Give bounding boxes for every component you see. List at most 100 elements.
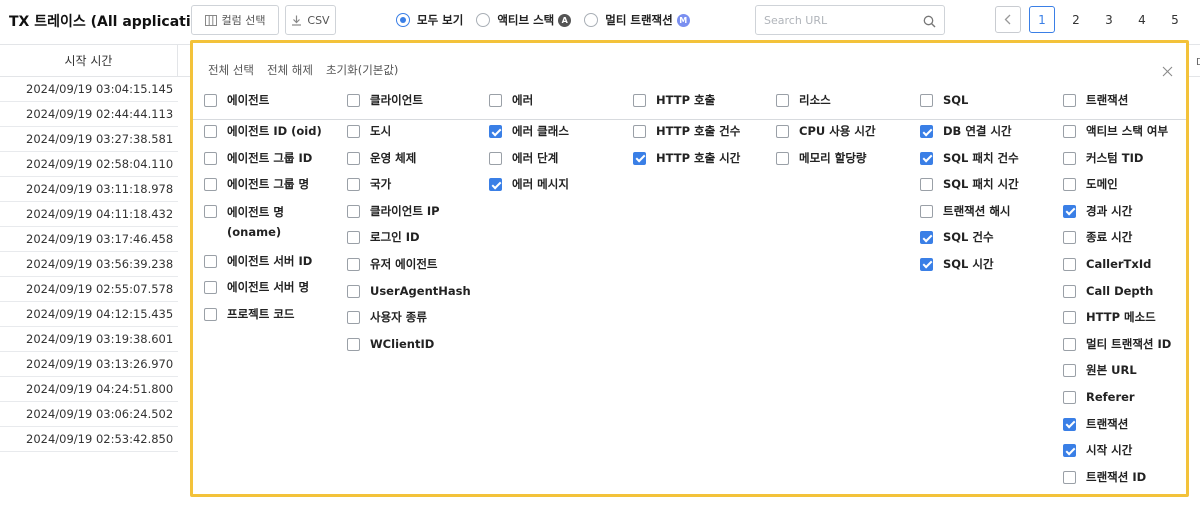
column-header-start-time[interactable]: 시작 시간 (0, 45, 178, 76)
table-row[interactable]: 2024/09/19 03:13:26.970 (0, 352, 178, 377)
checkbox[interactable] (347, 178, 360, 192)
checkbox[interactable] (1063, 444, 1076, 458)
column-option[interactable]: 국가 (347, 178, 471, 205)
group-header-checkbox[interactable]: 리소스 (776, 94, 831, 123)
column-option[interactable]: SQL 시간 (920, 257, 1019, 285)
column-option[interactable]: 종료 시간 (1063, 231, 1171, 258)
column-option[interactable]: 에이전트 그룹 명 (204, 178, 327, 205)
checkbox[interactable] (633, 151, 646, 165)
radio-multi-transaction[interactable]: 멀티 트랜잭션 M (584, 12, 690, 28)
column-option[interactable]: 시작 시간 (1063, 444, 1171, 471)
column-option[interactable]: WClientID (347, 337, 471, 365)
group-header-checkbox[interactable]: 에이전트 (204, 94, 269, 123)
column-option[interactable]: DB 연결 시간 (920, 125, 1019, 152)
deselect-all-link[interactable]: 전체 해제 (267, 62, 313, 78)
search-input[interactable] (764, 6, 914, 34)
checkbox[interactable] (920, 151, 933, 165)
column-option[interactable]: HTTP 호출 건수 (633, 125, 740, 152)
column-option[interactable]: HTTP 메소드 (1063, 311, 1171, 338)
column-option[interactable]: 멀티 트랜잭션 ID (1063, 337, 1171, 365)
checkbox[interactable] (204, 307, 217, 321)
column-option[interactable]: HTTP 호출 시간 (633, 151, 740, 179)
column-option[interactable]: SQL 건수 (920, 231, 1019, 258)
column-option[interactable]: 에이전트 ID (oid) (204, 125, 327, 152)
column-option[interactable]: 트랜잭션 ID (1063, 470, 1171, 498)
checkbox[interactable] (1063, 311, 1076, 325)
checkbox[interactable] (489, 178, 502, 192)
checkbox[interactable] (920, 204, 933, 218)
close-icon[interactable] (1162, 62, 1173, 81)
checkbox[interactable] (920, 257, 933, 271)
prev-page-button[interactable] (995, 6, 1021, 33)
checkbox[interactable] (1063, 125, 1076, 138)
checkbox[interactable] (1063, 470, 1076, 484)
checkbox[interactable] (1063, 364, 1076, 378)
column-option[interactable]: CallerTxId (1063, 257, 1171, 285)
checkbox[interactable] (204, 204, 217, 218)
column-option[interactable]: 커스텀 TID (1063, 151, 1171, 179)
column-option[interactable]: 에러 단계 (489, 151, 569, 179)
checkbox[interactable] (920, 231, 933, 245)
column-option[interactable]: 클라이언트 IP (347, 204, 471, 232)
checkbox[interactable] (204, 254, 217, 268)
column-option[interactable]: 도메인 (1063, 178, 1171, 205)
table-row[interactable]: 2024/09/19 04:24:51.800 (0, 377, 178, 402)
radio-all[interactable]: 모두 보기 (396, 12, 463, 28)
search-icon[interactable] (923, 13, 936, 32)
checkbox[interactable] (347, 337, 360, 351)
reset-default-link[interactable]: 초기화(기본값) (326, 62, 398, 78)
checkbox[interactable] (1063, 204, 1076, 218)
checkbox[interactable] (1063, 417, 1076, 431)
group-header-checkbox[interactable]: 클라이언트 (347, 94, 423, 123)
checkbox[interactable] (776, 125, 789, 138)
column-option[interactable]: 사용자 종류 (347, 311, 471, 338)
checkbox[interactable] (204, 281, 217, 295)
checkbox[interactable] (1063, 231, 1076, 245)
checkbox[interactable] (347, 231, 360, 245)
checkbox[interactable] (489, 94, 502, 107)
page-4[interactable]: 4 (1129, 6, 1155, 33)
column-option[interactable]: 트랜잭션 (1063, 417, 1171, 445)
checkbox[interactable] (347, 94, 360, 107)
column-option[interactable]: 에이전트 서버 ID (204, 254, 327, 282)
column-option[interactable]: 운영 체제 (347, 151, 471, 179)
checkbox[interactable] (204, 94, 217, 107)
group-header-checkbox[interactable]: HTTP 호출 (633, 94, 715, 123)
radio-active-stack[interactable]: 액티브 스택 A (476, 12, 572, 28)
checkbox[interactable] (776, 94, 789, 107)
column-option[interactable]: 에러 메시지 (489, 178, 569, 205)
table-row[interactable]: 2024/09/19 03:06:24.502 (0, 402, 178, 427)
column-select-button[interactable]: 컬럼 선택 (191, 5, 279, 35)
column-option[interactable]: 에러 클래스 (489, 125, 569, 152)
checkbox[interactable] (347, 125, 360, 138)
column-option[interactable]: UserAgentHash (347, 284, 471, 312)
checkbox[interactable] (920, 94, 933, 107)
column-option[interactable]: Call Depth (1063, 284, 1171, 312)
group-header-checkbox[interactable]: 트랜잭션 (1063, 94, 1128, 123)
column-option[interactable]: SQL 패치 시간 (920, 178, 1019, 205)
table-row[interactable]: 2024/09/19 03:56:39.238 (0, 252, 178, 277)
column-option[interactable]: 트랜잭션 해시 (920, 204, 1019, 232)
column-option[interactable]: 에이전트 그룹 ID (204, 151, 327, 179)
column-option[interactable]: 로그인 ID (347, 231, 471, 258)
table-row[interactable]: 2024/09/19 03:17:46.458 (0, 227, 178, 252)
checkbox[interactable] (1063, 337, 1076, 351)
select-all-link[interactable]: 전체 선택 (208, 62, 254, 78)
checkbox[interactable] (1063, 151, 1076, 165)
column-option[interactable]: CPU 사용 시간 (776, 125, 876, 152)
table-row[interactable]: 2024/09/19 03:27:38.581 (0, 127, 178, 152)
table-row[interactable]: 2024/09/19 04:11:18.432 (0, 202, 178, 227)
table-row[interactable]: 2024/09/19 02:55:07.578 (0, 277, 178, 302)
checkbox[interactable] (347, 151, 360, 165)
column-option[interactable]: 액티브 스택 여부 (1063, 125, 1171, 152)
page-1[interactable]: 1 (1029, 6, 1055, 33)
page-5[interactable]: 5 (1162, 6, 1188, 33)
table-row[interactable]: 2024/09/19 02:44:44.113 (0, 102, 178, 127)
column-option[interactable]: 원본 URL (1063, 364, 1171, 391)
column-option[interactable]: 프로젝트 코드 (204, 307, 327, 335)
checkbox[interactable] (776, 151, 789, 165)
checkbox[interactable] (1063, 257, 1076, 271)
checkbox[interactable] (204, 125, 217, 138)
checkbox[interactable] (204, 178, 217, 192)
column-option[interactable]: 에이전트 서버 명 (204, 281, 327, 308)
